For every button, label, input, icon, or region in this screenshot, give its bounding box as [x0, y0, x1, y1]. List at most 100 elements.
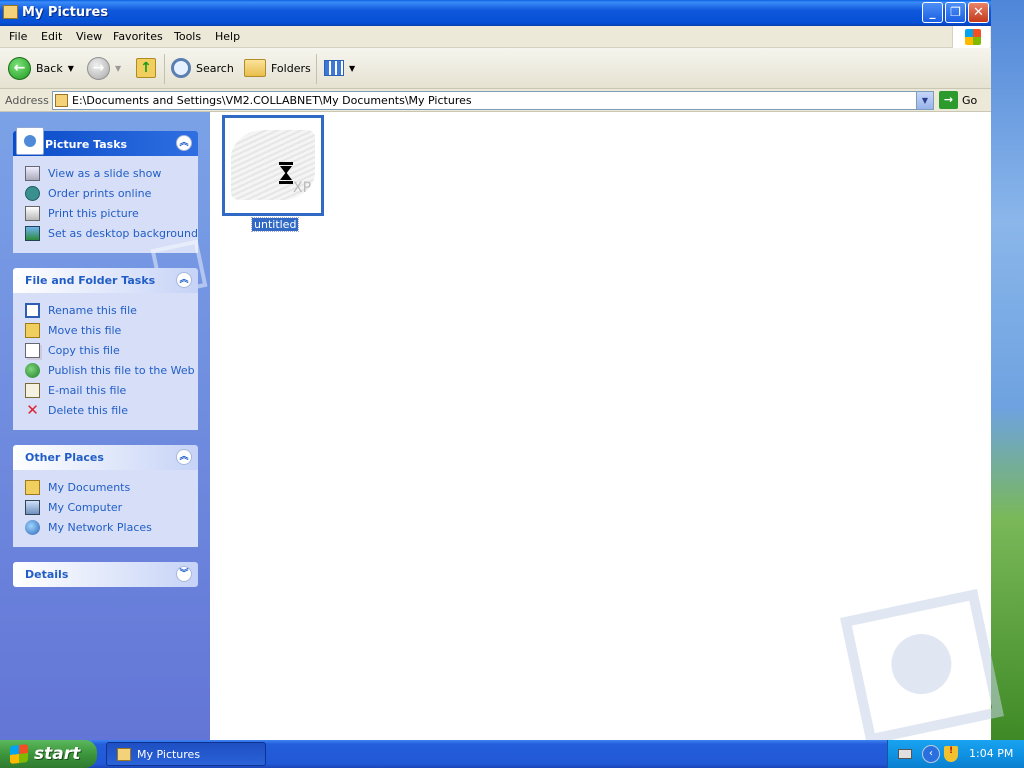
file-folder-tasks-title: File and Folder Tasks: [25, 274, 156, 287]
link-label: Set as desktop background: [48, 226, 198, 240]
folder-icon: [117, 747, 131, 761]
taskbar-item-my-pictures[interactable]: My Pictures: [106, 742, 266, 766]
explorer-window: My Pictures _ ❐ ✕ File Edit View Favorit…: [0, 0, 1004, 746]
windows-flag-icon: [965, 29, 981, 45]
menu-edit[interactable]: Edit: [41, 30, 62, 43]
forward-icon: →: [87, 56, 110, 80]
link-label: My Documents: [48, 480, 131, 494]
file-view[interactable]: XP untitled: [210, 112, 1004, 746]
menu-favorites[interactable]: Favorites: [113, 30, 163, 43]
views-dropdown-icon: ▼: [349, 63, 356, 73]
forward-dropdown-icon[interactable]: ▼: [115, 64, 121, 73]
file-folder-tasks-header[interactable]: File and Folder Tasks ︽: [13, 268, 198, 293]
my-computer-link[interactable]: My Computer: [13, 497, 198, 517]
minimize-button[interactable]: _: [922, 2, 943, 23]
start-button[interactable]: start: [0, 740, 97, 768]
file-folder-tasks-body: Rename this file Move this file Copy thi…: [13, 293, 198, 430]
security-shield-icon[interactable]: !: [944, 746, 958, 762]
menu-bar: File Edit View Favorites Tools Help: [0, 26, 991, 48]
windows-flag-icon: [10, 744, 28, 764]
back-dropdown-icon[interactable]: ▼: [68, 64, 74, 73]
picture-tasks-title: Picture Tasks: [45, 138, 128, 151]
link-label: Delete this file: [48, 403, 128, 417]
slideshow-icon: [25, 165, 40, 181]
xp-watermark-icon: XP: [293, 180, 312, 196]
expand-chevron-icon[interactable]: ︾: [176, 566, 192, 582]
details-header[interactable]: Details ︾: [13, 562, 198, 587]
details-panel: Details ︾: [13, 562, 198, 587]
address-input[interactable]: E:\Documents and Settings\VM2.COLLABNET\…: [52, 91, 934, 110]
up-button[interactable]: ↑: [136, 56, 156, 80]
set-desktop-background-link[interactable]: Set as desktop background: [13, 223, 198, 243]
link-label: My Network Places: [48, 520, 152, 534]
keyboard-icon[interactable]: [898, 749, 912, 759]
network-places-icon: [25, 519, 40, 535]
view-slideshow-link[interactable]: View as a slide show: [13, 163, 198, 183]
hourglass-cursor-icon: [279, 162, 293, 184]
views-icon: [324, 60, 344, 76]
address-dropdown-icon[interactable]: ▼: [916, 92, 933, 109]
go-button[interactable]: → Go: [939, 91, 977, 109]
email-file-link[interactable]: E-mail this file: [13, 380, 198, 400]
link-label: Copy this file: [48, 343, 120, 357]
link-label: Publish this file to the Web: [48, 363, 195, 377]
link-label: My Computer: [48, 500, 123, 514]
copy-file-link[interactable]: Copy this file: [13, 340, 198, 360]
desktop-background-icon: [25, 225, 40, 241]
folder-icon: [3, 5, 18, 19]
title-bar[interactable]: My Pictures _ ❐ ✕: [0, 0, 991, 26]
close-button[interactable]: ✕: [968, 2, 989, 23]
link-label: View as a slide show: [48, 166, 162, 180]
copy-icon: [25, 342, 40, 358]
link-label: E-mail this file: [48, 383, 127, 397]
delete-file-link[interactable]: ✕ Delete this file: [13, 400, 198, 420]
clock[interactable]: 1:04 PM: [969, 747, 1013, 760]
collapse-chevron-icon[interactable]: ︽: [176, 449, 192, 465]
back-button[interactable]: ← Back ▼: [8, 56, 74, 80]
folder-icon: [55, 94, 68, 107]
maximize-button[interactable]: ❐: [945, 2, 966, 23]
my-network-places-link[interactable]: My Network Places: [13, 517, 198, 537]
toolbar-separator: [164, 54, 165, 84]
file-name-label[interactable]: untitled: [250, 217, 300, 232]
search-button[interactable]: Search: [171, 56, 234, 80]
pictures-watermark-icon: [840, 588, 1004, 746]
go-arrow-icon: →: [939, 91, 958, 109]
forward-button[interactable]: → ▼: [87, 56, 121, 80]
menu-tools[interactable]: Tools: [174, 30, 201, 43]
publish-web-link[interactable]: Publish this file to the Web: [13, 360, 198, 380]
menu-help[interactable]: Help: [215, 30, 240, 43]
folders-button[interactable]: Folders: [244, 56, 311, 80]
folders-icon: [244, 59, 266, 77]
show-hidden-icons-icon[interactable]: ‹: [922, 745, 940, 763]
menu-view[interactable]: View: [76, 30, 102, 43]
menu-file[interactable]: File: [9, 30, 27, 43]
move-file-link[interactable]: Move this file: [13, 320, 198, 340]
rename-icon: [25, 302, 40, 318]
address-value[interactable]: E:\Documents and Settings\VM2.COLLABNET\…: [72, 94, 472, 107]
print-picture-link[interactable]: Print this picture: [13, 203, 198, 223]
file-thumbnail[interactable]: XP: [222, 115, 324, 216]
collapse-chevron-icon[interactable]: ︽: [176, 135, 192, 151]
rename-file-link[interactable]: Rename this file: [13, 300, 198, 320]
other-places-panel: Other Places ︽ My Documents My Computer …: [13, 445, 198, 547]
file-folder-tasks-panel: File and Folder Tasks ︽ Rename this file…: [13, 268, 198, 430]
picture-tasks-icon: [16, 127, 44, 155]
other-places-header[interactable]: Other Places ︽: [13, 445, 198, 470]
address-label: Address: [5, 94, 49, 107]
address-bar: Address E:\Documents and Settings\VM2.CO…: [0, 89, 991, 112]
system-tray: ‹ ! 1:04 PM: [887, 740, 1024, 768]
other-places-body: My Documents My Computer My Network Plac…: [13, 470, 198, 547]
printer-icon: [25, 205, 40, 221]
back-icon: ←: [8, 56, 31, 80]
picture-tasks-panel: Picture Tasks ︽ View as a slide show Ord…: [13, 127, 208, 297]
my-documents-link[interactable]: My Documents: [13, 477, 198, 497]
delete-icon: ✕: [26, 400, 39, 419]
order-prints-link[interactable]: Order prints online: [13, 183, 198, 203]
start-label: start: [34, 744, 81, 764]
taskbar-item-label: My Pictures: [137, 747, 201, 761]
picture-tasks-header[interactable]: Picture Tasks ︽: [13, 127, 198, 156]
toolbar-separator: [316, 54, 317, 84]
views-button[interactable]: ▼: [324, 56, 355, 80]
collapse-chevron-icon[interactable]: ︽: [176, 272, 192, 288]
